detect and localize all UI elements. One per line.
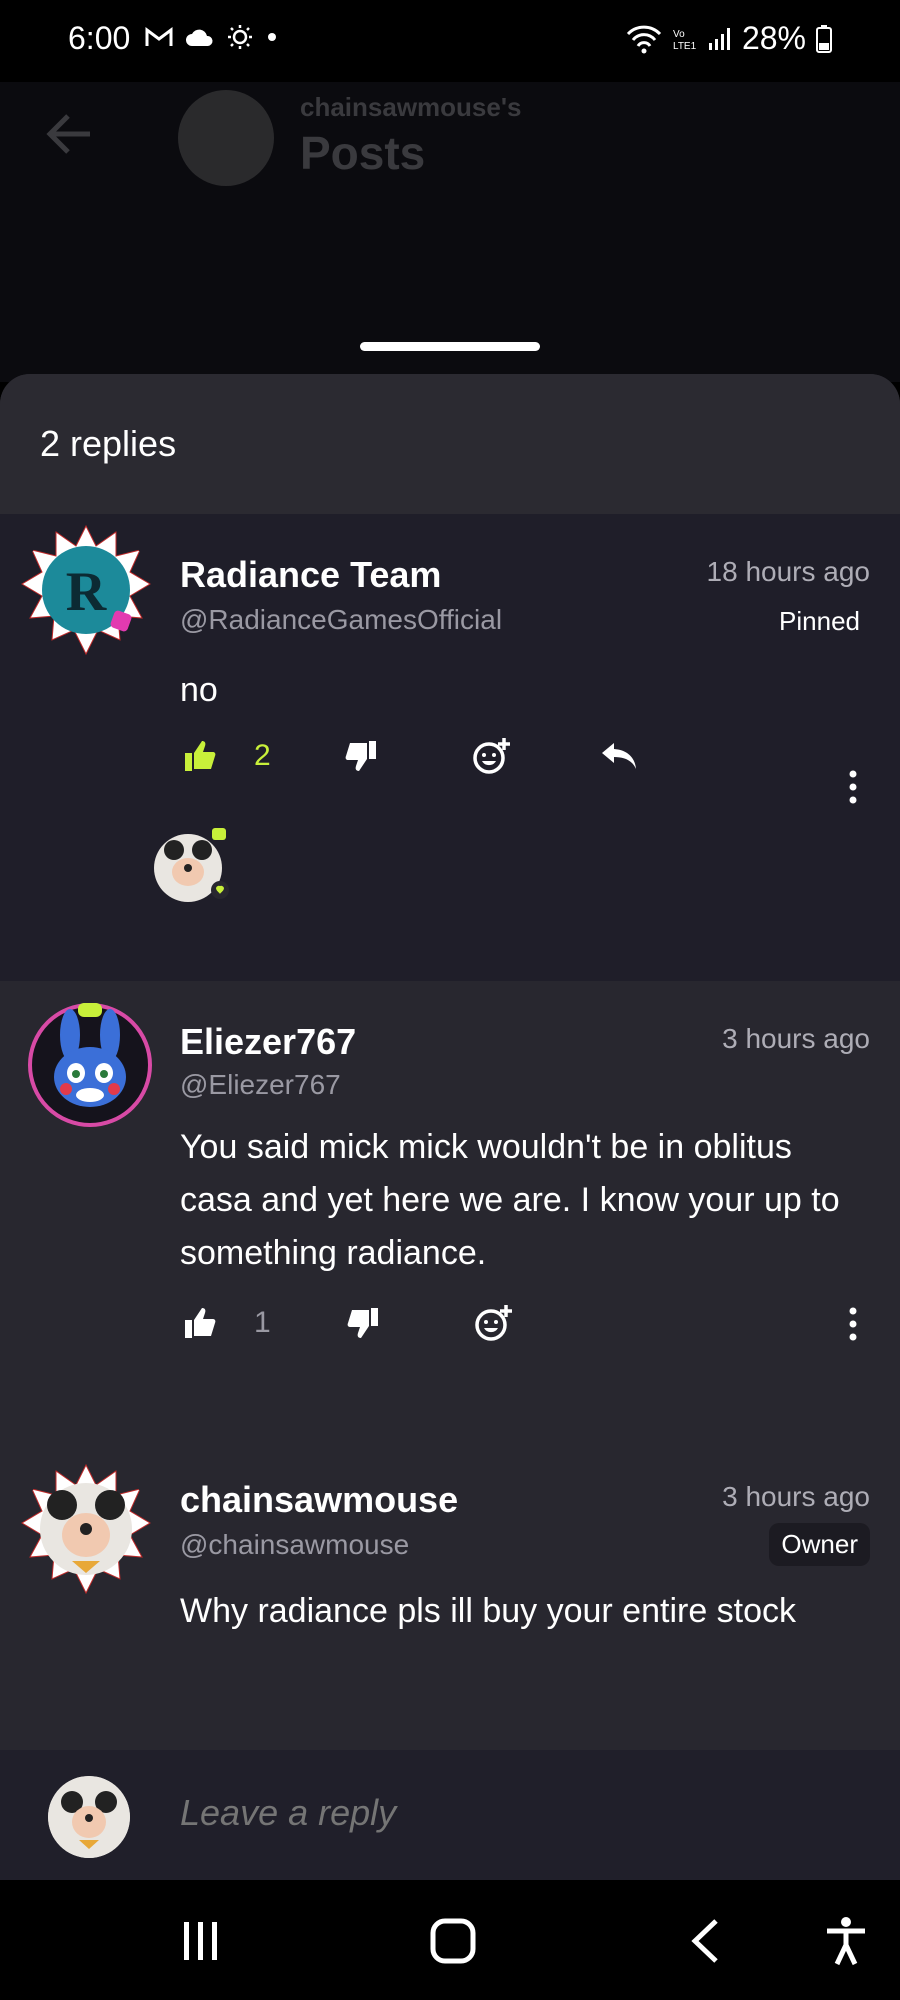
comment-author-handle: @RadianceGamesOfficial <box>180 604 503 635</box>
status-time: 6:00 <box>68 20 131 56</box>
accessibility-icon[interactable] <box>824 1916 868 1966</box>
add-emoji-icon <box>474 1305 512 1341</box>
like-button[interactable] <box>180 1303 220 1343</box>
comment-item: Eliezer767 @Eliezer767 3 hours ago You s… <box>0 981 900 1453</box>
comment-text: no <box>180 671 218 709</box>
back-icon[interactable] <box>690 1918 720 1964</box>
sheet-drag-handle[interactable] <box>360 342 540 351</box>
reply-bar <box>0 1750 900 1880</box>
recent-apps-icon[interactable] <box>180 1920 222 1962</box>
system-nav-bar <box>0 1880 900 2000</box>
more-options-icon[interactable] <box>848 1307 858 1341</box>
gmail-icon <box>145 27 173 46</box>
comment-author-handle: @chainsawmouse <box>180 1529 410 1560</box>
comment-author-handle: @Eliezer767 <box>180 1069 341 1100</box>
like-count: 2 <box>254 739 271 772</box>
wifi-icon <box>626 25 662 53</box>
eliezer767-avatar[interactable] <box>26 1001 154 1129</box>
chainsawmouse-avatar[interactable] <box>20 1463 152 1595</box>
thumbs-down-icon <box>345 741 376 771</box>
replies-count: 2 replies <box>40 423 177 464</box>
background-subtitle: chainsawmouse's <box>300 92 522 122</box>
thumbs-up-icon <box>185 741 216 771</box>
lte-icon: VoLTE1 <box>673 29 697 51</box>
add-emoji-icon <box>472 738 510 774</box>
comment-author-name[interactable]: chainsawmouse <box>180 1479 458 1521</box>
svg-text:Vo: Vo <box>673 29 685 40</box>
more-options-icon[interactable] <box>848 770 858 804</box>
battery-icon <box>816 24 832 53</box>
reply-button[interactable] <box>599 736 639 776</box>
like-count: 1 <box>254 1306 271 1339</box>
svg-text:R: R <box>66 561 107 623</box>
svg-text:LTE1: LTE1 <box>673 41 697 51</box>
comment-item: R Radiance Team @RadianceGamesOfficial 1… <box>0 514 900 981</box>
comment-timestamp: 18 hours ago <box>706 556 870 587</box>
like-button[interactable] <box>180 736 220 776</box>
battery-percent: 28% <box>741 20 806 56</box>
radiance-team-avatar[interactable]: R <box>20 524 152 656</box>
dislike-button[interactable] <box>343 1303 383 1343</box>
comment-text: You said mick mick wouldn't be in oblitu… <box>180 1128 840 1272</box>
reply-arrow-icon <box>601 743 636 769</box>
cloud-icon <box>186 29 213 46</box>
comment-actions: 2 <box>180 736 639 776</box>
brightness-icon <box>228 25 252 49</box>
reaction-avatar[interactable] <box>152 824 232 904</box>
home-icon[interactable] <box>430 1918 476 1964</box>
signal-icon <box>708 27 730 50</box>
comment-author-name[interactable]: Eliezer767 <box>180 1021 356 1063</box>
sheet-header: 2 replies <box>0 374 900 514</box>
add-reaction-button[interactable] <box>473 1303 513 1343</box>
current-user-avatar <box>48 1776 130 1858</box>
owner-badge: Owner <box>769 1523 870 1566</box>
dislike-button[interactable] <box>341 736 381 776</box>
thumbs-up-icon <box>185 1308 216 1338</box>
thumbs-down-icon <box>347 1308 378 1338</box>
background-title: Posts <box>300 127 426 179</box>
back-arrow-icon[interactable] <box>46 112 94 156</box>
pinned-badge: Pinned <box>779 606 860 636</box>
replies-sheet: 2 replies R Radiance Team @RadianceGames… <box>0 374 900 1880</box>
background-avatar <box>178 90 274 186</box>
status-bar: 6:00 Vo LTE1 28% <box>0 0 900 82</box>
comment-text: Why radiance pls ill buy your entire sto… <box>180 1592 797 1630</box>
reply-input[interactable] <box>180 1792 780 1834</box>
comment-author-name[interactable]: Radiance Team <box>180 554 441 596</box>
background-page-header: chainsawmouse's Posts <box>0 82 900 382</box>
comment-actions: 1 <box>180 1303 513 1343</box>
comment-timestamp: 3 hours ago <box>722 1023 870 1054</box>
dot-icon <box>268 33 276 41</box>
add-reaction-button[interactable] <box>471 736 511 776</box>
comment-timestamp: 3 hours ago <box>722 1481 870 1512</box>
